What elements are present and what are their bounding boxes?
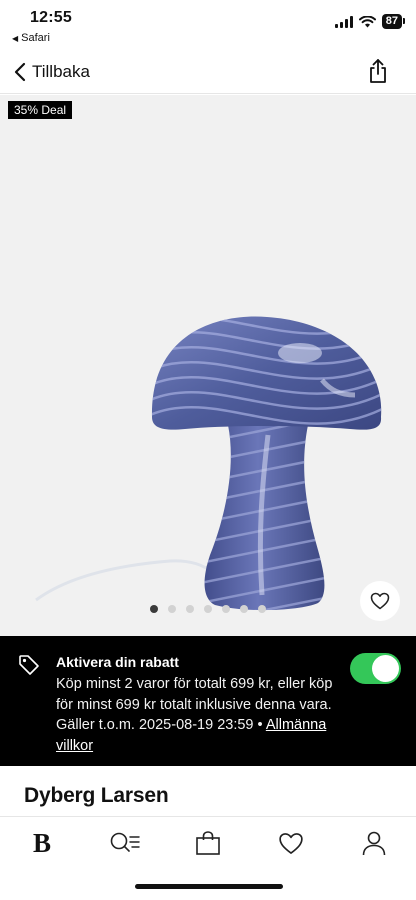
pagination-dot-4[interactable] xyxy=(204,605,212,613)
back-to-safari[interactable]: ◀ Safari xyxy=(12,32,50,44)
toggle-knob xyxy=(372,655,399,682)
price-tag-icon xyxy=(19,655,39,675)
tab-profile[interactable] xyxy=(354,823,394,863)
battery-indicator: 87 xyxy=(381,14,406,29)
back-button[interactable]: Tillbaka xyxy=(14,58,90,86)
back-app-label: Safari xyxy=(21,32,50,44)
pagination-dot-7[interactable] xyxy=(258,605,266,613)
home-indicator[interactable] xyxy=(135,884,283,889)
tab-search[interactable] xyxy=(105,823,145,863)
status-bar: 12:55 ◀ Safari 87 xyxy=(0,0,416,50)
product-gallery[interactable]: 35% Deal xyxy=(0,95,416,636)
discount-toggle[interactable] xyxy=(350,653,401,684)
discount-description: Köp minst 2 varor för totalt 699 kr, ell… xyxy=(56,674,346,756)
pagination-dot-5[interactable] xyxy=(222,605,230,613)
pagination-dot-2[interactable] xyxy=(168,605,176,613)
search-icon xyxy=(110,832,140,852)
pagination-dot-6[interactable] xyxy=(240,605,248,613)
deal-badge: 35% Deal xyxy=(8,101,73,119)
back-triangle-icon: ◀ xyxy=(12,33,19,43)
share-button[interactable] xyxy=(368,58,392,86)
discount-banner: Aktivera din rabatt Köp minst 2 varor fö… xyxy=(0,636,416,766)
brand-logo-icon: B xyxy=(32,827,51,858)
wifi-icon xyxy=(358,15,376,27)
product-image xyxy=(35,316,382,611)
status-icons: 87 xyxy=(334,14,406,29)
pagination-dot-3[interactable] xyxy=(186,605,194,613)
heart-icon xyxy=(370,592,390,610)
share-icon xyxy=(370,59,386,83)
status-time: 12:55 xyxy=(30,9,72,26)
tab-home[interactable]: B xyxy=(22,823,62,863)
profile-icon xyxy=(362,831,386,856)
favorite-button[interactable] xyxy=(360,581,400,621)
heart-icon xyxy=(279,832,303,854)
chevron-left-icon xyxy=(14,62,26,82)
pagination-dot-1[interactable] xyxy=(150,605,158,613)
back-label: Tillbaka xyxy=(32,62,90,81)
nav-bar: Tillbaka xyxy=(0,50,416,94)
tab-favorites[interactable] xyxy=(271,823,311,863)
bag-icon xyxy=(196,831,220,855)
discount-title: Aktivera din rabatt xyxy=(56,654,179,670)
gallery-pagination xyxy=(0,605,416,613)
cellular-signal-icon xyxy=(334,15,353,28)
product-brand[interactable]: Dyberg Larsen xyxy=(24,784,169,808)
tab-bag[interactable] xyxy=(188,823,228,863)
